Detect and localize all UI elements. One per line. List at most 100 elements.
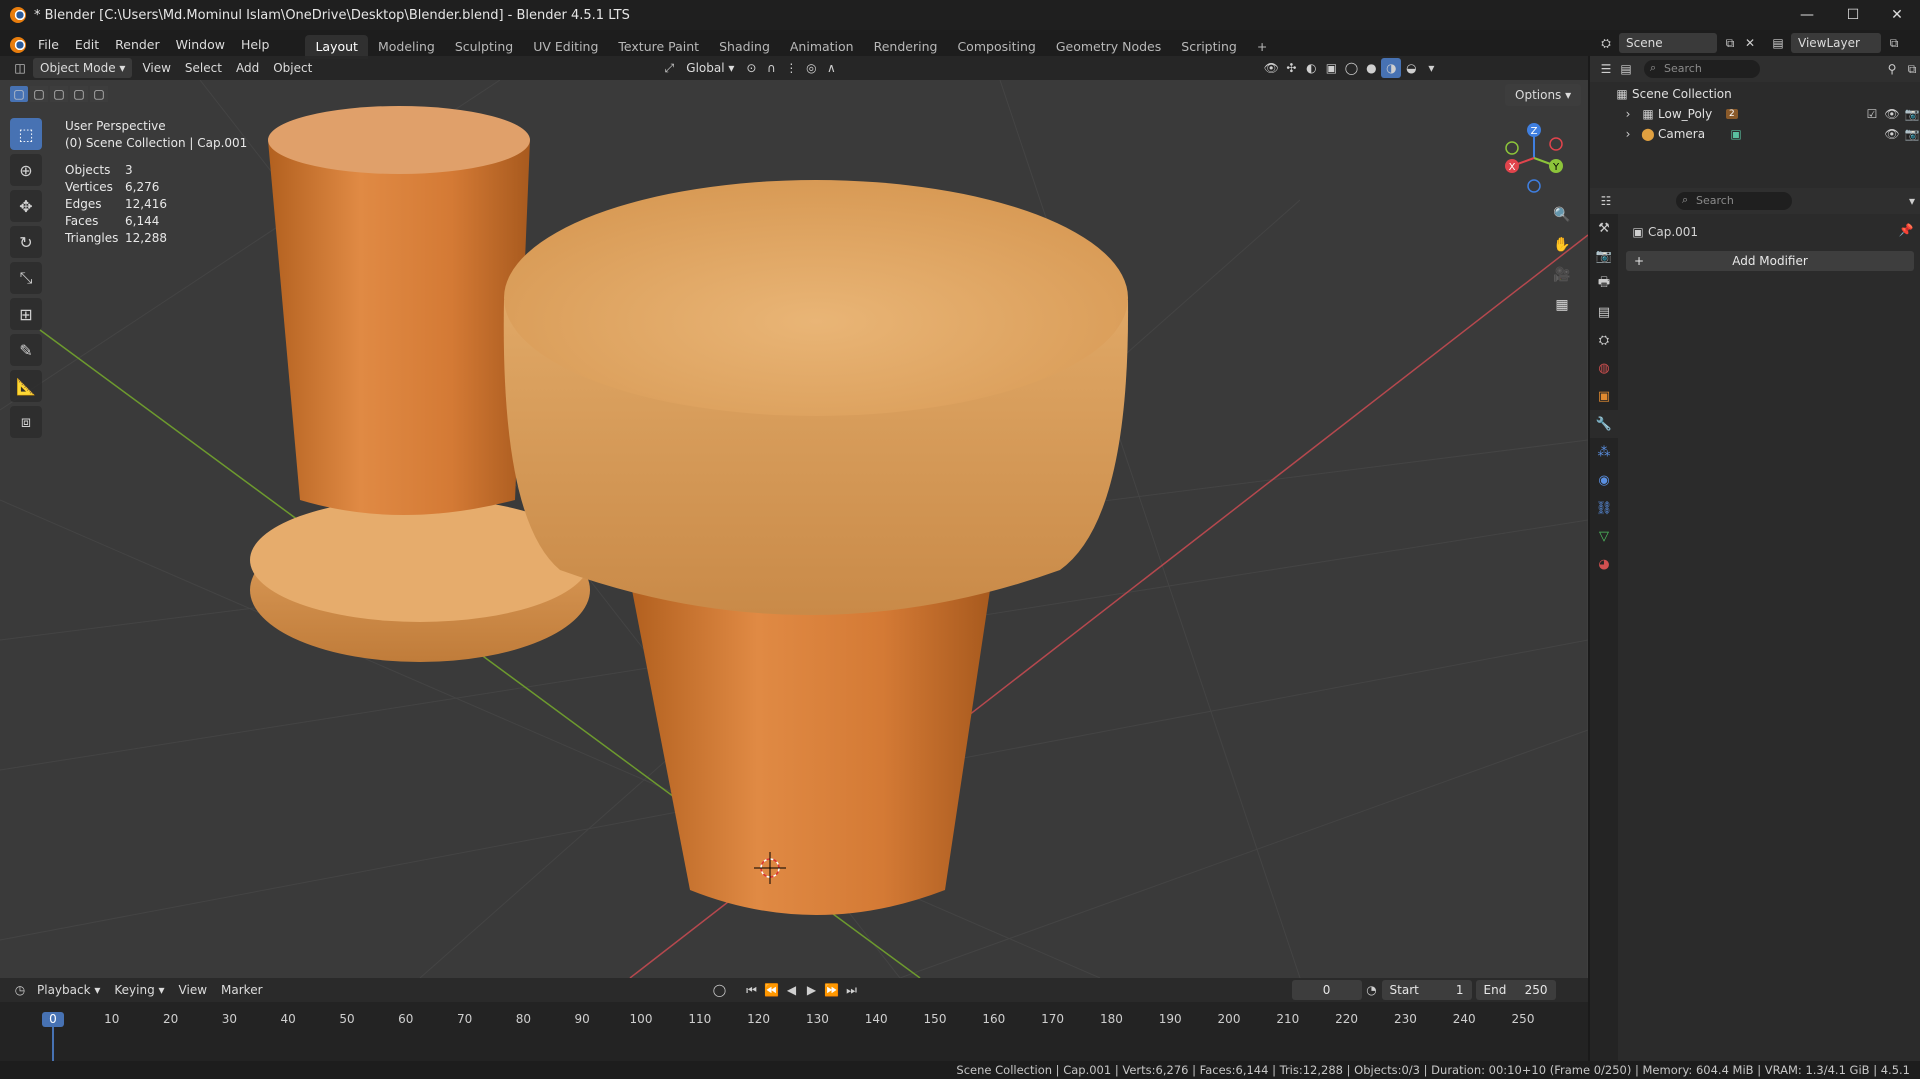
timeline-ruler[interactable]: 0 10 20 30 40 50 60 70 80 90 100 110 120 130 140 150 160… [0, 1002, 1588, 1061]
display-mode-icon[interactable]: ▤ [1616, 59, 1636, 79]
select-box-tool-icon[interactable]: ⬚ [10, 118, 42, 150]
select-subtract-icon[interactable]: ▢ [50, 86, 68, 102]
editor-type-icon[interactable]: ◫ [10, 58, 30, 78]
jump-end-icon[interactable]: ⏭ [842, 980, 862, 1000]
preview-range-icon[interactable]: ◔ [1362, 980, 1382, 1000]
solid-shading-icon[interactable]: ● [1361, 58, 1381, 78]
blender-menu-icon[interactable] [10, 36, 26, 53]
properties-options-icon[interactable]: ▾ [1902, 191, 1920, 211]
output-tab-icon[interactable]: 🖶 [1590, 270, 1618, 298]
play-icon[interactable]: ▶ [802, 980, 822, 1000]
particles-tab-icon[interactable]: ⁂ [1590, 438, 1618, 466]
measure-tool-icon[interactable]: 📐 [10, 370, 42, 402]
new-scene-icon[interactable]: ⧉ [1720, 33, 1740, 53]
camera-view-icon[interactable]: 🎥 [1550, 263, 1574, 287]
new-view-layer-icon[interactable]: ⧉ [1884, 33, 1904, 53]
start-frame-field[interactable]: Start 1 [1381, 980, 1472, 1000]
annotate-tool-icon[interactable]: ✎ [10, 334, 42, 366]
viewport-menu-view[interactable]: View [135, 58, 177, 78]
timeline-menu-keying[interactable]: Keying ▾ [107, 980, 171, 1000]
zoom-icon[interactable]: 🔍 [1550, 203, 1574, 227]
add-modifier-button[interactable]: + Add Modifier [1626, 251, 1914, 271]
mesh-data-tab-icon[interactable]: ▽ [1590, 522, 1618, 550]
perspective-toggle-icon[interactable]: ▦ [1550, 293, 1574, 317]
material-shading-icon[interactable]: ◑ [1381, 58, 1402, 78]
timeline-menu-view[interactable]: View [172, 980, 214, 1000]
menu-render[interactable]: Render [107, 30, 168, 59]
falloff-curve-icon[interactable]: ∧ [821, 58, 841, 78]
menu-file[interactable]: File [30, 30, 67, 59]
eye-icon[interactable]: 👁 [1882, 104, 1902, 124]
object-tab-icon[interactable]: ▣ [1590, 382, 1618, 410]
mode-dropdown[interactable]: Object Mode ▾ [33, 58, 133, 78]
navigation-gizmo[interactable]: Z Y X [1500, 122, 1568, 194]
maximize-button[interactable]: ☐ [1830, 0, 1876, 30]
jump-keyframe-forward-icon[interactable]: ⏩ [822, 980, 842, 1000]
render-tab-icon[interactable]: 📷 [1590, 242, 1618, 270]
properties-editor-icon[interactable]: ☷ [1596, 191, 1616, 211]
jump-start-icon[interactable]: ⏮ [742, 980, 762, 1000]
minimize-button[interactable]: — [1784, 0, 1830, 30]
render-camera-icon[interactable]: 📷 [1902, 124, 1920, 144]
proportional-edit-icon[interactable]: ◎ [801, 58, 821, 78]
select-extend-icon[interactable]: ▢ [30, 86, 48, 102]
pivot-point-icon[interactable]: ⊙ [741, 58, 761, 78]
expand-chevron-icon[interactable]: › [1618, 104, 1638, 124]
select-intersect-icon[interactable]: ▢ [90, 86, 108, 102]
remove-scene-icon[interactable]: ✕ [1740, 33, 1760, 53]
pan-hand-icon[interactable]: ✋ [1550, 233, 1574, 257]
viewport-menu-select[interactable]: Select [178, 58, 229, 78]
outliner-root[interactable]: ▦ Scene Collection [1590, 84, 1920, 104]
rendered-shading-icon[interactable]: ◒ [1401, 58, 1421, 78]
viewport-menu-add[interactable]: Add [229, 58, 266, 78]
timeline-menu-playback[interactable]: Playback ▾ [30, 980, 107, 1000]
gizmo-toggle-icon[interactable]: ✣ [1281, 58, 1301, 78]
world-tab-icon[interactable]: ◍ [1590, 354, 1618, 382]
select-new-icon[interactable]: ▢ [10, 86, 28, 102]
transform-tool-icon[interactable]: ⊞ [10, 298, 42, 330]
snap-magnet-icon[interactable]: ∩ [761, 58, 781, 78]
scene-name-field[interactable]: Scene [1619, 33, 1717, 53]
jump-keyframe-back-icon[interactable]: ⏪ [762, 980, 782, 1000]
options-dropdown[interactable]: Options ▾ [1505, 84, 1582, 106]
constraints-tab-icon[interactable]: ⛓ [1590, 494, 1618, 522]
outliner-search-input[interactable]: Search [1644, 59, 1760, 78]
rotate-tool-icon[interactable]: ↻ [10, 226, 42, 258]
view-layer-field[interactable]: ViewLayer [1791, 33, 1881, 53]
front-cork-stem[interactable] [632, 590, 990, 915]
scene-tab-icon[interactable]: ⛭ [1590, 326, 1618, 354]
new-collection-icon[interactable]: ⧉ [1902, 59, 1920, 79]
play-reverse-icon[interactable]: ◀ [782, 980, 802, 1000]
expand-chevron-icon[interactable]: › [1618, 124, 1638, 144]
menu-window[interactable]: Window [168, 30, 233, 59]
menu-help[interactable]: Help [233, 30, 278, 59]
filter-icon[interactable]: ⚲ [1882, 59, 1902, 79]
add-cube-tool-icon[interactable]: ⧈ [10, 406, 42, 438]
pin-icon[interactable]: 📌 [1896, 220, 1916, 240]
timeline-editor-icon[interactable]: ◷ [10, 980, 30, 1000]
close-button[interactable]: ✕ [1874, 0, 1920, 30]
xray-toggle-icon[interactable]: ▣ [1321, 58, 1341, 78]
end-frame-field[interactable]: End 250 [1475, 980, 1556, 1000]
modifier-tab-icon[interactable]: 🔧 [1590, 410, 1618, 438]
viewport-menu-object[interactable]: Object [266, 58, 319, 78]
outliner-editor-icon[interactable]: ☰ [1596, 59, 1616, 79]
scale-tool-icon[interactable]: ⤡ [10, 262, 42, 294]
select-invert-icon[interactable]: ▢ [70, 86, 88, 102]
current-frame-field[interactable]: 0 [1291, 980, 1362, 1000]
properties-search-input[interactable]: Search [1676, 191, 1792, 210]
transform-orientation-dropdown[interactable]: Global ▾ [679, 58, 741, 78]
snap-grid-icon[interactable]: ⋮ [781, 58, 801, 78]
cursor-tool-icon[interactable]: ⊕ [10, 154, 42, 186]
material-tab-icon[interactable]: ◕ [1590, 550, 1618, 578]
outliner-item-low-poly[interactable]: › ▦ Low_Poly 2 ☑ 👁 📷 [1590, 104, 1920, 124]
playhead[interactable] [52, 1025, 54, 1061]
view-layer-tab-icon[interactable]: ▤ [1590, 298, 1618, 326]
wireframe-shading-icon[interactable]: ◯ [1341, 58, 1361, 78]
outliner-item-camera[interactable]: › ⬤ Camera ▣ 👁 📷 [1590, 124, 1920, 144]
overlay-toggle-icon[interactable]: ◐ [1301, 58, 1321, 78]
back-cork-cylinder[interactable] [268, 130, 530, 515]
move-tool-icon[interactable]: ✥ [10, 190, 42, 222]
physics-tab-icon[interactable]: ◉ [1590, 466, 1618, 494]
visibility-selector-icon[interactable]: 👁 [1261, 58, 1281, 78]
